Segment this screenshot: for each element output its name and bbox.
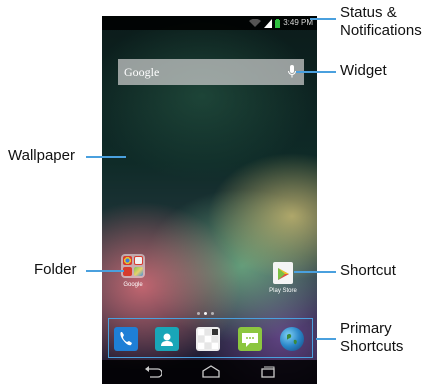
shortcut-label: Play Store <box>269 288 297 294</box>
page-dot <box>211 312 214 315</box>
status-bar[interactable]: 3:49 PM <box>102 16 317 30</box>
page-dot-active <box>204 312 207 315</box>
primary-callout-line <box>316 338 336 340</box>
folder-callout: Folder <box>34 261 77 278</box>
navigation-bar <box>102 360 317 384</box>
folder-callout-line <box>86 270 124 272</box>
primary-callout-line2: Shortcuts <box>340 338 404 355</box>
primary-shortcuts-callout: Primary Shortcuts <box>340 320 403 356</box>
back-icon[interactable] <box>144 365 163 384</box>
chrome-icon <box>123 256 132 265</box>
google-plus-icon <box>123 267 132 276</box>
primary-callout-line1: Primary <box>340 320 392 337</box>
status-time: 3:49 PM <box>283 18 313 27</box>
primary-shortcuts-dock <box>108 318 313 358</box>
folder-label: Google <box>123 282 143 288</box>
wallpaper-callout-line <box>86 156 126 158</box>
maps-icon <box>134 267 143 276</box>
recent-apps-icon[interactable] <box>259 365 277 384</box>
contacts-icon[interactable] <box>155 327 179 351</box>
shortcut-callout-line <box>294 271 336 273</box>
battery-icon <box>275 18 281 28</box>
status-callout-line <box>310 18 336 20</box>
microphone-icon[interactable] <box>288 65 296 83</box>
google-folder[interactable] <box>121 254 145 278</box>
status-callout-line1: Status & <box>340 4 397 21</box>
wifi-icon <box>249 18 262 28</box>
apps-icon[interactable] <box>196 327 220 351</box>
gmail-icon <box>134 256 143 265</box>
browser-icon[interactable] <box>280 327 304 351</box>
widget-callout-line <box>296 71 336 73</box>
messaging-icon[interactable] <box>238 327 262 351</box>
home-icon[interactable] <box>201 365 221 384</box>
shortcut-callout: Shortcut <box>340 262 396 279</box>
page-indicator <box>197 312 214 315</box>
google-logo-text: Google <box>124 65 160 79</box>
status-callout-line2: Notifications <box>340 22 422 39</box>
signal-icon <box>264 18 273 28</box>
page-dot <box>197 312 200 315</box>
phone-home-screen: 3:49 PM Google Google Play Store <box>102 16 317 384</box>
google-search-widget[interactable]: Google <box>118 59 304 85</box>
widget-callout: Widget <box>340 62 387 79</box>
status-callout: Status & Notifications <box>340 4 422 40</box>
play-store-icon[interactable] <box>273 262 293 284</box>
wallpaper-callout: Wallpaper <box>8 147 75 164</box>
phone-icon[interactable] <box>114 327 138 351</box>
status-icons: 3:49 PM <box>249 18 313 28</box>
